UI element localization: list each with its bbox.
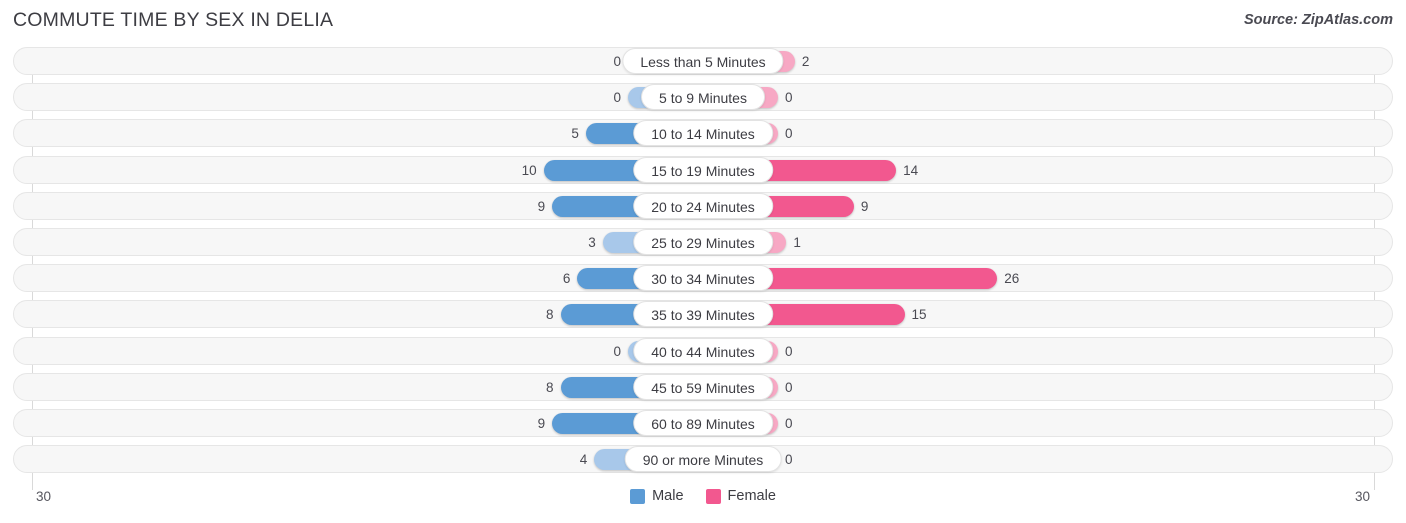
bar-row: 0 0 40 to 44 Minutes [0, 334, 1406, 370]
bar-row: 3 1 25 to 29 Minutes [0, 225, 1406, 261]
category-label: Less than 5 Minutes [622, 48, 784, 74]
legend: Male Female [0, 488, 1406, 504]
value-label-female: 26 [1004, 271, 1020, 287]
category-label: 5 to 9 Minutes [641, 84, 765, 111]
category-label: 45 to 59 Minutes [633, 373, 773, 400]
value-label-male: 9 [537, 198, 546, 214]
row-bars: 8 15 35 to 39 Minutes [0, 297, 1406, 333]
chart-footer: 30 30 Male Female [0, 484, 1406, 523]
value-label-female: 2 [801, 54, 810, 69]
row-bars: 10 14 15 to 19 Minutes [0, 153, 1406, 189]
value-label-male: 5 [571, 126, 579, 142]
value-label-female: 0 [785, 126, 793, 142]
value-label-female: 0 [785, 90, 793, 106]
value-label-female: 15 [911, 307, 927, 323]
legend-item-male[interactable]: Male [630, 488, 684, 504]
value-label-male: 8 [546, 307, 554, 323]
value-label-male: 0 [613, 54, 621, 69]
category-label: 60 to 89 Minutes [633, 409, 773, 436]
row-bars: 3 1 25 to 29 Minutes [0, 225, 1406, 261]
row-bars: 5 0 10 to 14 Minutes [0, 116, 1406, 152]
row-bars: 0 2 Less than 5 Minutes [0, 44, 1406, 80]
bar-row: 8 0 45 to 59 Minutes [0, 370, 1406, 406]
row-bars: 8 0 45 to 59 Minutes [0, 370, 1406, 406]
category-label: 10 to 14 Minutes [633, 120, 773, 147]
bar-row: 0 0 5 to 9 Minutes [0, 80, 1406, 116]
value-label-female: 0 [785, 415, 793, 431]
bar-row: 5 0 10 to 14 Minutes [0, 116, 1406, 152]
category-label: 30 to 34 Minutes [633, 265, 773, 292]
row-bars: 9 0 60 to 89 Minutes [0, 406, 1406, 442]
legend-swatch-male-icon [630, 488, 646, 504]
value-label-female: 9 [860, 198, 869, 214]
category-label: 90 or more Minutes [624, 446, 782, 473]
bar-row: 8 15 35 to 39 Minutes [0, 297, 1406, 333]
value-label-male: 8 [546, 379, 554, 395]
bar-row: 4 0 90 or more Minutes [0, 442, 1406, 478]
category-label: 35 to 39 Minutes [633, 301, 773, 328]
legend-item-female[interactable]: Female [705, 488, 776, 504]
row-bars: 0 0 40 to 44 Minutes [0, 334, 1406, 370]
category-label: 25 to 29 Minutes [633, 228, 773, 255]
legend-swatch-female-icon [705, 488, 721, 504]
row-bars: 6 26 30 to 34 Minutes [0, 261, 1406, 297]
category-label: 40 to 44 Minutes [633, 337, 773, 364]
page-title: COMMUTE TIME BY SEX IN DELIA [13, 9, 334, 31]
plot-area: 0 2 Less than 5 Minutes 0 0 5 to 9 Minutes 5 0 1… [0, 44, 1406, 490]
value-label-male: 0 [613, 343, 621, 359]
bar-row: 9 0 60 to 89 Minutes [0, 406, 1406, 442]
chart-header: COMMUTE TIME BY SEX IN DELIA Source: Zip… [0, 0, 1406, 44]
value-label-male: 9 [537, 415, 546, 431]
value-label-male: 0 [613, 90, 621, 106]
row-bars: 9 9 20 to 24 Minutes [0, 189, 1406, 225]
value-label-female: 14 [903, 162, 919, 178]
source-attribution: Source: ZipAtlas.com [1243, 12, 1393, 28]
value-label-female: 0 [785, 343, 793, 359]
commute-time-chart: COMMUTE TIME BY SEX IN DELIA Source: Zip… [0, 0, 1406, 523]
value-label-male: 4 [579, 452, 588, 468]
category-label: 15 to 19 Minutes [633, 156, 773, 183]
bar-rows: 0 2 Less than 5 Minutes 0 0 5 to 9 Minutes 5 0 1… [0, 44, 1406, 478]
bar-row: 9 9 20 to 24 Minutes [0, 189, 1406, 225]
row-bars: 0 0 5 to 9 Minutes [0, 80, 1406, 116]
value-label-male: 3 [588, 234, 596, 250]
value-label-male: 10 [521, 162, 537, 178]
value-label-female: 0 [785, 379, 793, 395]
value-label-male: 6 [562, 271, 571, 287]
legend-label-female: Female [727, 488, 776, 504]
value-label-female: 0 [785, 452, 793, 468]
value-label-female: 1 [793, 234, 801, 250]
bar-row: 0 2 Less than 5 Minutes [0, 44, 1406, 80]
category-label: 20 to 24 Minutes [633, 192, 773, 219]
bar-row: 6 26 30 to 34 Minutes [0, 261, 1406, 297]
bar-row: 10 14 15 to 19 Minutes [0, 153, 1406, 189]
legend-label-male: Male [652, 488, 684, 504]
row-bars: 4 0 90 or more Minutes [0, 442, 1406, 478]
